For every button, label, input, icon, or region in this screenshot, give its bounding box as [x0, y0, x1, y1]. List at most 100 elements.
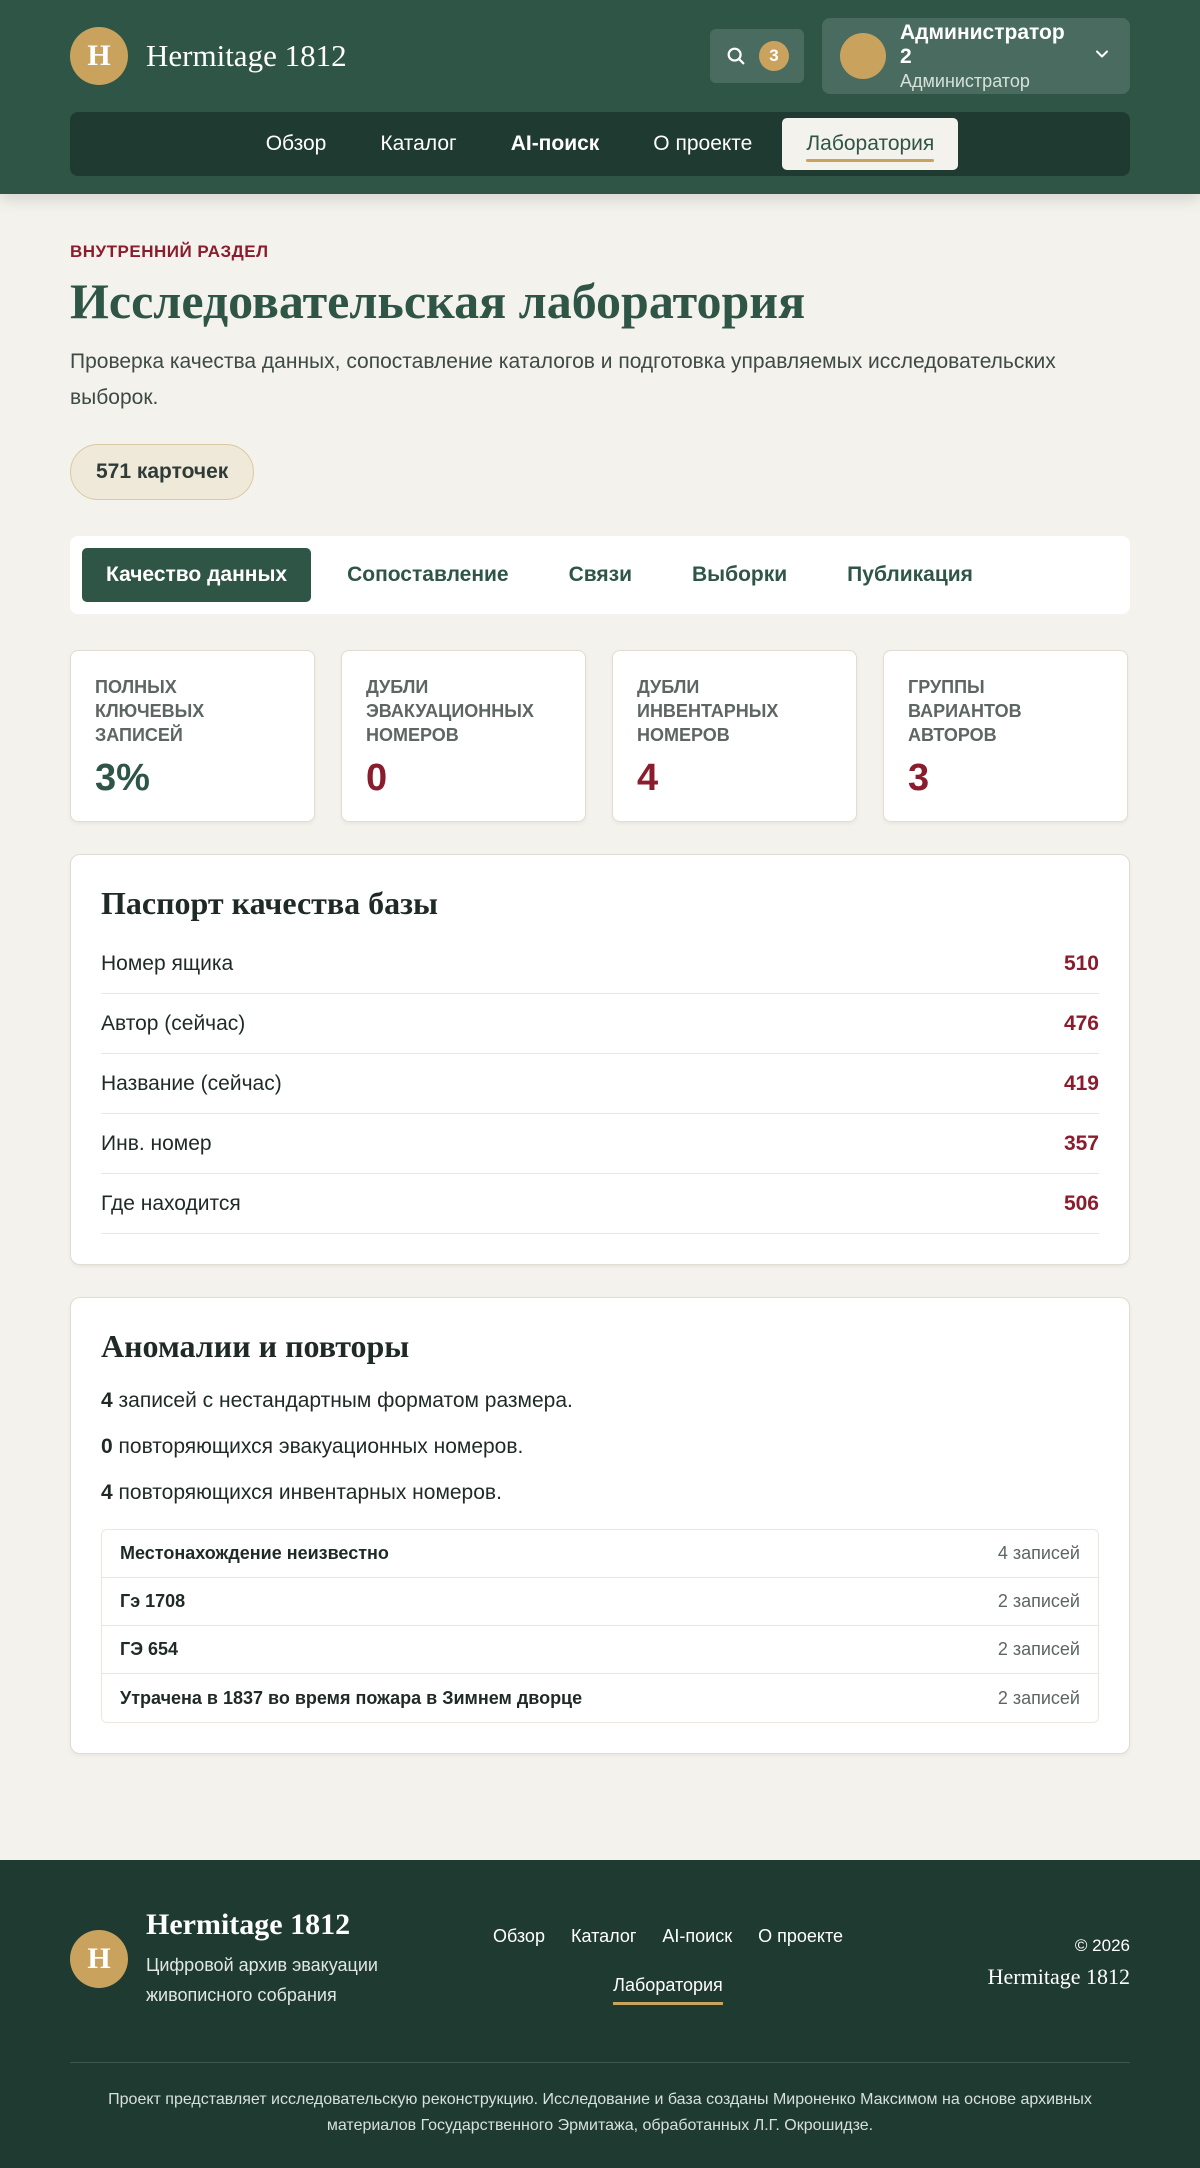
anomalies-summary: 4 записей с нестандартным форматом разме…	[101, 1389, 1099, 1505]
anomaly-line: 4 повторяющихся инвентарных номеров.	[101, 1481, 1099, 1505]
table-row: Местонахождение неизвестно 4 записей	[102, 1530, 1098, 1578]
brand-name: Hermitage 1812	[146, 38, 347, 73]
tab-links[interactable]: Связи	[545, 548, 656, 602]
duplicate-count: 2 записей	[997, 1687, 1080, 1708]
page-title: Исследовательская лаборатория	[70, 273, 806, 329]
cards-count-badge: 571 карточек	[70, 444, 255, 500]
brand[interactable]: H Hermitage 1812	[70, 27, 347, 85]
main-nav: Обзор Каталог AI-поиск О проекте Лаборат…	[70, 112, 1130, 176]
duplicate-name: ГЭ 654	[120, 1639, 179, 1659]
quality-list: Номер ящика 510 Автор (сейчас) 476 Назва…	[101, 934, 1099, 1234]
anomaly-text: повторяющихся инвентарных номеров.	[112, 1481, 502, 1504]
stat-value: 3	[908, 757, 930, 799]
footer-right-name: Hermitage 1812	[987, 1964, 1130, 1989]
search-count-badge: 3	[759, 41, 789, 71]
page-description: Проверка качества данных, сопоставление …	[70, 350, 1056, 409]
footer-nav-ai-search[interactable]: AI-поиск	[662, 1926, 732, 1947]
quality-label: Название (сейчас)	[101, 1071, 282, 1095]
nav-item-catalog[interactable]: Каталог	[356, 118, 480, 170]
user-info: Администратор 2 Администратор	[900, 21, 1078, 92]
quality-value: 476	[1063, 1011, 1099, 1035]
footer-nav-overview[interactable]: Обзор	[493, 1926, 545, 1947]
nav-item-about[interactable]: О проекте	[629, 118, 776, 170]
stats-row: Полных ключевых записей 3% Дубли эвакуац…	[70, 650, 1130, 822]
stat-value: 0	[366, 757, 388, 799]
quality-passport-title: Паспорт качества базы	[101, 885, 438, 921]
nav-item-overview[interactable]: Обзор	[242, 118, 351, 170]
duplicate-count: 2 записей	[997, 1639, 1080, 1659]
site-header: H Hermitage 1812 3 Администратор 2 Админ…	[0, 0, 1200, 194]
tab-publication[interactable]: Публикация	[823, 548, 997, 602]
main-content: ВНУТРЕННИЙ РАЗДЕЛ Исследовательская лабо…	[0, 194, 1200, 1860]
stat-card-evac-duplicates: Дубли эвакуационных номеров 0	[341, 650, 586, 822]
tab-data-quality[interactable]: Качество данных	[82, 548, 312, 602]
anomalies-card: Аномалии и повторы 4 записей с нестандар…	[70, 1297, 1130, 1754]
quality-label: Номер ящика	[101, 951, 234, 975]
anomaly-line: 4 записей с нестандартным форматом разме…	[101, 1389, 1099, 1413]
footer-top: H Hermitage 1812 Цифровой архив эвакуаци…	[70, 1908, 1130, 2062]
section-eyebrow: ВНУТРЕННИЙ РАЗДЕЛ	[70, 242, 269, 261]
stat-value: 4	[637, 757, 659, 799]
stat-card-inv-duplicates: Дубли инвентарных номеров 4	[612, 650, 857, 822]
header-actions: 3 Администратор 2 Администратор	[710, 18, 1130, 94]
list-item: Номер ящика 510	[101, 934, 1099, 994]
footer-note: Проект представляет исследовательскую ре…	[108, 2091, 1092, 2134]
quality-label: Инв. номер	[101, 1131, 212, 1155]
footer-brand-name: Hermitage 1812	[146, 1908, 351, 1941]
anomaly-count: 4	[101, 1481, 113, 1504]
footer-brand-texts: Hermitage 1812 Цифровой архив эвакуации …	[146, 1908, 416, 2010]
user-name: Администратор 2	[900, 20, 1065, 68]
quality-label: Где находится	[101, 1191, 241, 1215]
anomaly-text: записей с нестандартным форматом размера…	[112, 1389, 573, 1412]
header-top: H Hermitage 1812 3 Администратор 2 Админ…	[70, 0, 1130, 112]
anomaly-line: 0 повторяющихся эвакуационных номеров.	[101, 1435, 1099, 1459]
quality-value: 357	[1063, 1131, 1099, 1155]
lab-tabs: Качество данных Сопоставление Связи Выбо…	[70, 536, 1130, 614]
duplicate-name: Утрачена в 1837 во время пожара в Зимнем…	[120, 1687, 583, 1708]
avatar	[840, 33, 886, 79]
footer-nav-lab[interactable]: Лаборатория	[613, 1975, 723, 2005]
quality-value: 419	[1063, 1071, 1099, 1095]
quality-passport-card: Паспорт качества базы Номер ящика 510 Ав…	[70, 854, 1130, 1265]
stat-card-complete-records: Полных ключевых записей 3%	[70, 650, 315, 822]
footer-nav-about[interactable]: О проекте	[758, 1926, 843, 1947]
duplicates-table: Местонахождение неизвестно 4 записей Гэ …	[101, 1529, 1099, 1723]
stat-label: Полных ключевых записей	[95, 677, 205, 745]
search-button[interactable]: 3	[710, 29, 804, 83]
user-role: Администратор	[900, 70, 1030, 91]
footer-nav: Обзор Каталог AI-поиск О проекте Лаборат…	[468, 1908, 868, 2005]
stat-label: Дубли эвакуационных номеров	[366, 677, 534, 745]
anomaly-count: 4	[101, 1389, 113, 1412]
footer-right: © 2026 Hermitage 1812	[868, 1908, 1130, 1990]
stat-label: Группы вариантов авторов	[908, 677, 1022, 745]
tab-samples[interactable]: Выборки	[668, 548, 811, 602]
anomalies-title: Аномалии и повторы	[101, 1328, 410, 1364]
footer-nav-catalog[interactable]: Каталог	[571, 1926, 636, 1947]
table-row: Утрачена в 1837 во время пожара в Зимнем…	[102, 1674, 1098, 1722]
quality-label: Автор (сейчас)	[101, 1011, 246, 1035]
tab-matching[interactable]: Сопоставление	[323, 548, 533, 602]
duplicate-count: 2 записей	[997, 1591, 1080, 1611]
list-item: Где находится 506	[101, 1174, 1099, 1234]
stat-value: 3%	[95, 757, 150, 799]
duplicate-count: 4 записей	[997, 1543, 1080, 1563]
footer-tagline: Цифровой архив эвакуации живописного соб…	[146, 1955, 378, 2005]
footer-brand: H Hermitage 1812 Цифровой архив эвакуаци…	[70, 1908, 468, 2010]
user-menu[interactable]: Администратор 2 Администратор	[822, 18, 1130, 94]
footer-copyright: © 2026	[1074, 1936, 1130, 1955]
anomaly-text: повторяющихся эвакуационных номеров.	[112, 1435, 524, 1458]
nav-item-ai-search[interactable]: AI-поиск	[487, 118, 624, 170]
list-item: Инв. номер 357	[101, 1114, 1099, 1174]
anomaly-count: 0	[101, 1435, 113, 1458]
list-item: Автор (сейчас) 476	[101, 994, 1099, 1054]
stat-label: Дубли инвентарных номеров	[637, 677, 779, 745]
logo: H	[70, 27, 128, 85]
duplicate-name: Гэ 1708	[120, 1591, 186, 1611]
quality-value: 510	[1063, 951, 1099, 975]
duplicate-name: Местонахождение неизвестно	[120, 1543, 389, 1563]
quality-value: 506	[1063, 1191, 1099, 1215]
nav-item-lab[interactable]: Лаборатория	[782, 118, 959, 170]
table-row: Гэ 1708 2 записей	[102, 1578, 1098, 1626]
search-icon	[727, 47, 745, 65]
table-row: ГЭ 654 2 записей	[102, 1626, 1098, 1674]
